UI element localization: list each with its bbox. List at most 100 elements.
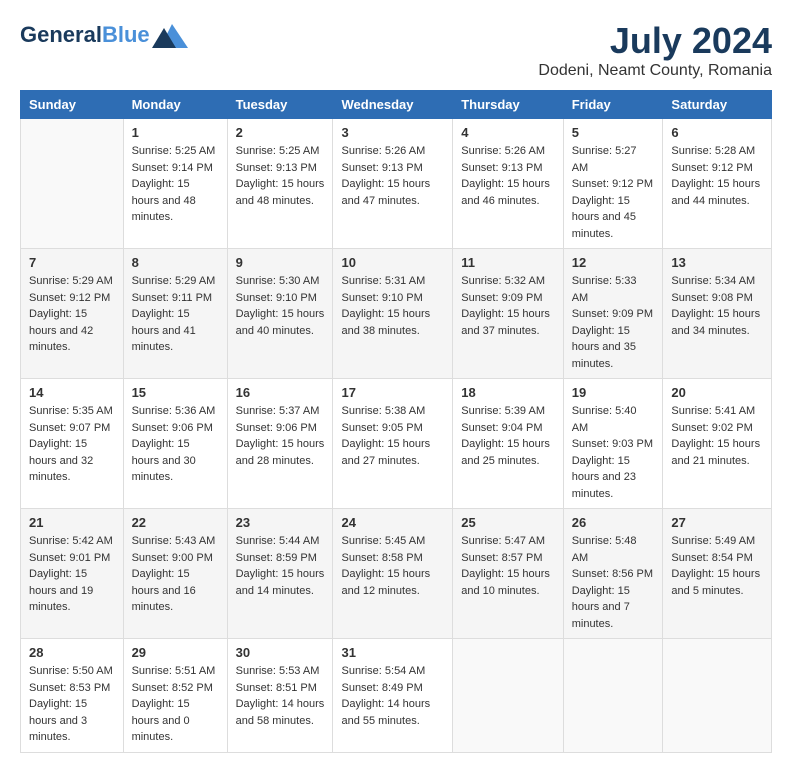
sunset-text: Sunset: 8:59 PM — [236, 550, 325, 567]
day-info: Sunrise: 5:33 AMSunset: 9:09 PMDaylight:… — [572, 273, 655, 372]
sunrise-text: Sunrise: 5:47 AM — [461, 533, 554, 550]
day-info: Sunrise: 5:30 AMSunset: 9:10 PMDaylight:… — [236, 273, 325, 339]
day-number: 19 — [572, 385, 655, 400]
daylight-text: Daylight: 15 hours and 7 minutes. — [572, 583, 655, 633]
sunset-text: Sunset: 9:09 PM — [572, 306, 655, 323]
day-info: Sunrise: 5:27 AMSunset: 9:12 PMDaylight:… — [572, 143, 655, 242]
day-info: Sunrise: 5:35 AMSunset: 9:07 PMDaylight:… — [29, 403, 115, 486]
sunrise-text: Sunrise: 5:51 AM — [132, 663, 219, 680]
sunset-text: Sunset: 9:05 PM — [341, 420, 444, 437]
daylight-text: Daylight: 15 hours and 32 minutes. — [29, 436, 115, 486]
day-number: 24 — [341, 515, 444, 530]
daylight-text: Daylight: 15 hours and 41 minutes. — [132, 306, 219, 356]
calendar-day-cell: 10Sunrise: 5:31 AMSunset: 9:10 PMDayligh… — [333, 249, 453, 379]
daylight-text: Daylight: 15 hours and 30 minutes. — [132, 436, 219, 486]
sunset-text: Sunset: 8:56 PM — [572, 566, 655, 583]
day-number: 29 — [132, 645, 219, 660]
calendar-day-cell: 25Sunrise: 5:47 AMSunset: 8:57 PMDayligh… — [453, 509, 563, 639]
calendar-day-cell: 28Sunrise: 5:50 AMSunset: 8:53 PMDayligh… — [21, 639, 124, 753]
daylight-text: Daylight: 15 hours and 16 minutes. — [132, 566, 219, 616]
sunrise-text: Sunrise: 5:49 AM — [671, 533, 763, 550]
sunrise-text: Sunrise: 5:30 AM — [236, 273, 325, 290]
day-info: Sunrise: 5:48 AMSunset: 8:56 PMDaylight:… — [572, 533, 655, 632]
day-number: 4 — [461, 125, 554, 140]
daylight-text: Daylight: 15 hours and 5 minutes. — [671, 566, 763, 599]
day-number: 26 — [572, 515, 655, 530]
sunset-text: Sunset: 8:49 PM — [341, 680, 444, 697]
day-number: 30 — [236, 645, 325, 660]
day-number: 13 — [671, 255, 763, 270]
calendar-day-cell: 19Sunrise: 5:40 AMSunset: 9:03 PMDayligh… — [563, 379, 663, 509]
day-info: Sunrise: 5:34 AMSunset: 9:08 PMDaylight:… — [671, 273, 763, 339]
daylight-text: Daylight: 15 hours and 45 minutes. — [572, 193, 655, 243]
daylight-text: Daylight: 15 hours and 12 minutes. — [341, 566, 444, 599]
calendar-week-row: 28Sunrise: 5:50 AMSunset: 8:53 PMDayligh… — [21, 639, 772, 753]
daylight-text: Daylight: 15 hours and 14 minutes. — [236, 566, 325, 599]
sunrise-text: Sunrise: 5:50 AM — [29, 663, 115, 680]
day-info: Sunrise: 5:26 AMSunset: 9:13 PMDaylight:… — [461, 143, 554, 209]
day-info: Sunrise: 5:25 AMSunset: 9:13 PMDaylight:… — [236, 143, 325, 209]
sunset-text: Sunset: 8:52 PM — [132, 680, 219, 697]
day-number: 31 — [341, 645, 444, 660]
day-info: Sunrise: 5:41 AMSunset: 9:02 PMDaylight:… — [671, 403, 763, 469]
daylight-text: Daylight: 15 hours and 25 minutes. — [461, 436, 554, 469]
day-number: 12 — [572, 255, 655, 270]
calendar-day-cell: 27Sunrise: 5:49 AMSunset: 8:54 PMDayligh… — [663, 509, 772, 639]
sunset-text: Sunset: 9:00 PM — [132, 550, 219, 567]
calendar-week-row: 1 Sunrise: 5:25 AMSunset: 9:14 PMDaylight… — [21, 119, 772, 249]
sunset-text: Sunset: 8:57 PM — [461, 550, 554, 567]
calendar-day-cell: 6Sunrise: 5:28 AMSunset: 9:12 PMDaylight… — [663, 119, 772, 249]
calendar-day-cell: 30Sunrise: 5:53 AMSunset: 8:51 PMDayligh… — [227, 639, 333, 753]
sunrise-text: Sunrise: 5:44 AM — [236, 533, 325, 550]
calendar-day-cell: 9 Sunrise: 5:30 AMSunset: 9:10 PMDaylight… — [227, 249, 333, 379]
column-header-sunday: Sunday — [21, 91, 124, 119]
day-info: Sunrise: 5:39 AMSunset: 9:04 PMDaylight:… — [461, 403, 554, 469]
calendar-day-cell: 26 Sunrise: 5:48 AMSunset: 8:56 PMDayligh… — [563, 509, 663, 639]
calendar-day-cell: 22Sunrise: 5:43 AMSunset: 9:00 PMDayligh… — [123, 509, 227, 639]
day-info: Sunrise: 5:29 AMSunset: 9:12 PMDaylight:… — [29, 273, 115, 356]
calendar-day-cell: 21Sunrise: 5:42 AMSunset: 9:01 PMDayligh… — [21, 509, 124, 639]
day-info: Sunrise: 5:36 AMSunset: 9:06 PMDaylight:… — [132, 403, 219, 486]
day-number: 20 — [671, 385, 763, 400]
sunset-text: Sunset: 9:13 PM — [461, 160, 554, 177]
sunset-text: Sunset: 9:14 PM — [132, 160, 219, 177]
sunset-text: Sunset: 9:03 PM — [572, 436, 655, 453]
calendar-day-cell: 20 Sunrise: 5:41 AMSunset: 9:02 PMDayligh… — [663, 379, 772, 509]
daylight-text: Daylight: 15 hours and 3 minutes. — [29, 696, 115, 746]
calendar-day-cell: 2Sunrise: 5:25 AMSunset: 9:13 PMDaylight… — [227, 119, 333, 249]
day-info: Sunrise: 5:25 AMSunset: 9:14 PMDaylight:… — [132, 143, 219, 226]
sunrise-text: Sunrise: 5:40 AM — [572, 403, 655, 436]
calendar-day-cell: 3Sunrise: 5:26 AMSunset: 9:13 PMDaylight… — [333, 119, 453, 249]
calendar-day-cell: 4 Sunrise: 5:26 AMSunset: 9:13 PMDaylight… — [453, 119, 563, 249]
column-header-tuesday: Tuesday — [227, 91, 333, 119]
day-number: 17 — [341, 385, 444, 400]
logo-icon — [152, 20, 188, 50]
day-number: 1 — [132, 125, 219, 140]
sunrise-text: Sunrise: 5:41 AM — [671, 403, 763, 420]
daylight-text: Daylight: 15 hours and 27 minutes. — [341, 436, 444, 469]
day-info: Sunrise: 5:54 AMSunset: 8:49 PMDaylight:… — [341, 663, 444, 729]
day-info: Sunrise: 5:32 AMSunset: 9:09 PMDaylight:… — [461, 273, 554, 339]
month-year-title: July 2024 — [538, 20, 772, 62]
day-number: 18 — [461, 385, 554, 400]
day-number: 21 — [29, 515, 115, 530]
calendar-day-cell: 17 Sunrise: 5:38 AMSunset: 9:05 PMDayligh… — [333, 379, 453, 509]
sunrise-text: Sunrise: 5:26 AM — [461, 143, 554, 160]
day-info: Sunrise: 5:28 AMSunset: 9:12 PMDaylight:… — [671, 143, 763, 209]
sunrise-text: Sunrise: 5:54 AM — [341, 663, 444, 680]
calendar-day-cell: 31 Sunrise: 5:54 AMSunset: 8:49 PMDayligh… — [333, 639, 453, 753]
calendar-day-cell — [663, 639, 772, 753]
day-number: 7 — [29, 255, 115, 270]
sunset-text: Sunset: 9:08 PM — [671, 290, 763, 307]
day-info: Sunrise: 5:49 AMSunset: 8:54 PMDaylight:… — [671, 533, 763, 599]
sunrise-text: Sunrise: 5:38 AM — [341, 403, 444, 420]
day-number: 11 — [461, 255, 554, 270]
daylight-text: Daylight: 15 hours and 42 minutes. — [29, 306, 115, 356]
day-number: 16 — [236, 385, 325, 400]
sunset-text: Sunset: 9:04 PM — [461, 420, 554, 437]
sunset-text: Sunset: 9:13 PM — [341, 160, 444, 177]
day-number: 9 — [236, 255, 325, 270]
calendar-day-cell: 24Sunrise: 5:45 AMSunset: 8:58 PMDayligh… — [333, 509, 453, 639]
sunset-text: Sunset: 9:11 PM — [132, 290, 219, 307]
daylight-text: Daylight: 15 hours and 19 minutes. — [29, 566, 115, 616]
